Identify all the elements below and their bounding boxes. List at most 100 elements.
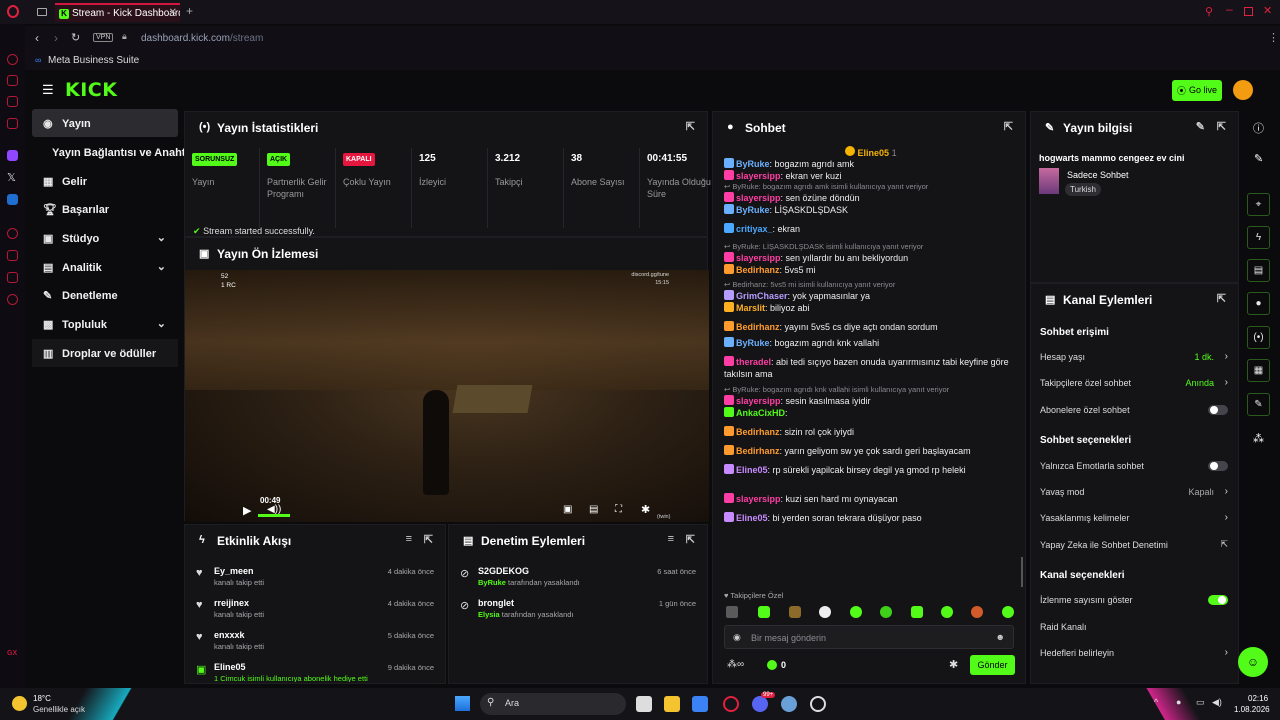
search-tabs-icon[interactable]: ⚲ — [1205, 5, 1213, 18]
activity-user[interactable]: enxxxk — [214, 630, 245, 640]
fullscreen-icon[interactable]: ⛶ — [615, 504, 622, 515]
channel-points-icon[interactable]: ⁂∞ — [727, 659, 744, 670]
popout-icon[interactable]: ⇱ — [686, 533, 695, 546]
ai-moderation-row[interactable]: Yapay Zeka ile Sohbet Denetimi ⇱ — [1040, 539, 1228, 554]
nav-item-drops[interactable]: ▥ Droplar ve ödüller — [32, 339, 178, 367]
chat-scrollbar[interactable] — [1021, 557, 1023, 587]
broadcast-button[interactable]: (•) — [1247, 326, 1270, 349]
nav-item-moderation[interactable]: ✎ Denetleme — [32, 281, 178, 309]
chat-username[interactable]: slayersipp — [736, 494, 781, 504]
info-icon[interactable]: ⓘ — [1253, 120, 1264, 136]
opera-logo-icon[interactable] — [7, 5, 19, 18]
close-tab-icon[interactable]: ✕ — [169, 7, 177, 18]
twitch-icon[interactable] — [7, 150, 18, 161]
nav-item-stream[interactable]: ◉ Yayın — [32, 109, 178, 137]
clip-button[interactable]: ⌖ — [1247, 193, 1270, 216]
mic-icon[interactable]: ● — [1176, 697, 1181, 707]
weather-icon[interactable] — [12, 696, 27, 711]
chat-username[interactable]: Bedirhanz — [736, 446, 780, 456]
player-icon[interactable] — [7, 118, 18, 129]
chat-username[interactable]: ByRuke — [736, 338, 770, 348]
popout-icon[interactable]: ⇱ — [1217, 120, 1226, 133]
store-icon[interactable] — [692, 696, 708, 712]
maximize-icon[interactable] — [1244, 7, 1253, 16]
edit-icon[interactable]: ✎ — [1196, 120, 1205, 133]
new-tab-button[interactable]: + — [186, 4, 193, 18]
send-button[interactable]: Gönder — [970, 655, 1015, 675]
speed-dial-icon[interactable] — [7, 54, 18, 65]
theater-icon[interactable]: ▤ — [589, 504, 598, 515]
emote-icon[interactable] — [1002, 606, 1014, 618]
edit-icon[interactable]: ✎ — [1254, 152, 1263, 165]
file-explorer-icon[interactable] — [664, 696, 680, 712]
back-icon[interactable]: ‹ — [35, 31, 39, 45]
emote-icon[interactable] — [789, 606, 801, 618]
popout-icon[interactable]: ⇱ — [424, 533, 433, 546]
opera-gx-icon[interactable] — [723, 696, 739, 712]
filter-icon[interactable]: ≡ — [668, 533, 674, 545]
layout-button[interactable]: ▦ — [1247, 359, 1270, 382]
reload-icon[interactable]: ↻ — [71, 31, 80, 44]
chat-username[interactable]: Marslit — [736, 303, 765, 313]
nav-item-achievements[interactable]: 🏆︎ Başarılar — [32, 195, 178, 223]
chat-settings-icon[interactable]: ✱ — [949, 658, 958, 671]
banned-user[interactable]: S2GDEKOG — [478, 566, 529, 576]
moderator-name[interactable]: ByRuke — [478, 578, 506, 587]
category-name[interactable]: Sadece Sohbet — [1067, 170, 1129, 180]
popout-icon[interactable]: ⇱ — [1004, 120, 1013, 133]
chat-username[interactable]: Bedirhanz — [736, 427, 780, 437]
workspaces-icon[interactable] — [37, 8, 47, 16]
nav-item-studio[interactable]: ▣ Stüdyo ⌄ — [32, 224, 178, 252]
video-player[interactable]: 52 1 RC discord.gg/tune 15:15 ▶ ◀)) 00:4… — [185, 270, 709, 522]
notes-button[interactable]: ▤ — [1247, 259, 1270, 282]
popout-icon[interactable]: ⇱ — [1217, 292, 1226, 305]
pip-icon[interactable]: ▣ — [563, 504, 572, 515]
settings-icon[interactable] — [7, 294, 18, 305]
clock-date[interactable]: 1.08.2026 — [1234, 705, 1270, 714]
followers-chat-row[interactable]: Takipçilere özel sohbet Anında › — [1040, 377, 1228, 392]
chat-username[interactable]: slayersipp — [736, 253, 781, 263]
help-fab[interactable]: ☺ — [1238, 647, 1268, 677]
chat-username[interactable]: Bedirhanz — [736, 322, 780, 332]
close-window-icon[interactable]: ✕ — [1263, 4, 1272, 17]
goals-row[interactable]: Hedefleri belirleyin › — [1040, 647, 1228, 662]
nav-item-revenue[interactable]: ▦ Gelir — [32, 167, 178, 195]
chat-username[interactable]: critiyax_ — [736, 224, 773, 234]
emote-icon[interactable] — [850, 606, 862, 618]
nav-item-stream-key[interactable]: Yayın Bağlantısı ve Anahtarı — [32, 138, 199, 166]
forward-icon[interactable]: › — [54, 31, 58, 45]
filter-icon[interactable]: ≡ — [406, 533, 412, 545]
activity-user[interactable]: Eline05 — [214, 662, 246, 672]
emote-icon[interactable] — [758, 606, 770, 618]
chat-username[interactable]: AnkaCixHD — [736, 408, 785, 418]
emote-only-toggle[interactable] — [1208, 461, 1228, 471]
chat-username[interactable]: Bedirhanz — [736, 265, 780, 275]
slow-mode-row[interactable]: Yavaş mod Kapalı › — [1040, 486, 1228, 501]
bag-icon[interactable] — [7, 75, 18, 86]
nav-item-analytics[interactable]: ▤ Analitik ⌄ — [32, 253, 178, 281]
bookmark-meta-business-suite[interactable]: Meta Business Suite — [48, 55, 139, 66]
start-icon[interactable] — [455, 696, 470, 711]
speaker-icon[interactable]: ◀) — [1212, 697, 1222, 708]
chat-username[interactable]: slayersipp — [736, 193, 781, 203]
activity-user[interactable]: Ey_meen — [214, 566, 254, 576]
app-red-icon[interactable] — [810, 696, 826, 712]
kick-logo[interactable]: KICK — [65, 79, 117, 101]
nav-item-community[interactable]: ▩ Topluluk ⌄ — [32, 310, 178, 338]
chat-username[interactable]: ByRuke — [736, 159, 770, 169]
discord-icon[interactable] — [752, 696, 768, 712]
activity-user[interactable]: rreijinex — [214, 598, 249, 608]
download-icon[interactable] — [7, 250, 18, 261]
chat-username[interactable]: slayersipp — [736, 396, 781, 406]
messenger-icon[interactable] — [7, 96, 18, 107]
task-view-icon[interactable] — [636, 696, 652, 712]
url-field[interactable]: dashboard.kick.com/stream — [141, 33, 263, 44]
emote-icon[interactable] — [726, 606, 738, 618]
show-viewers-toggle[interactable] — [1208, 595, 1228, 605]
app-globe-icon[interactable] — [781, 696, 797, 712]
chat-username[interactable]: theradel — [736, 357, 771, 367]
emote-icon[interactable] — [880, 606, 892, 618]
banned-user[interactable]: bronglet — [478, 598, 514, 608]
clock-time[interactable]: 02:16 — [1248, 694, 1268, 703]
raid-row[interactable]: Raid Kanalı — [1040, 622, 1228, 636]
